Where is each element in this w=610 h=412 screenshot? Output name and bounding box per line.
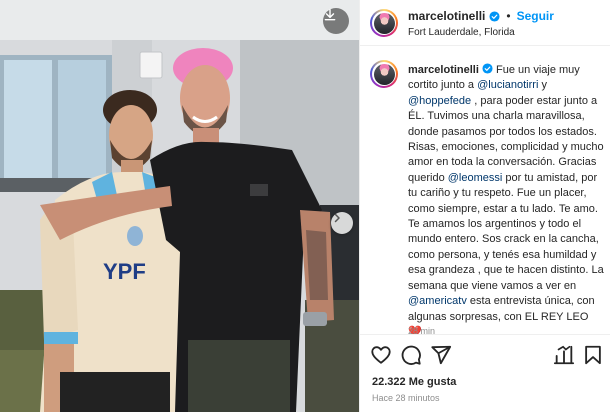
post-caption: marcelotinelli Fue un viaje muy cortito … [408, 63, 604, 334]
insights-icon[interactable] [553, 344, 575, 366]
post-header: marcelotinelli • Seguir Fort Lauderdale,… [360, 0, 610, 46]
caption-username[interactable]: marcelotinelli [408, 64, 479, 76]
bookmark-icon[interactable] [582, 344, 604, 366]
mention-leomessi[interactable]: @leomessi [448, 172, 503, 184]
photo-scene: YPF [0, 0, 359, 412]
author-username[interactable]: marcelotinelli [408, 9, 485, 23]
caption-area: marcelotinelli Fue un viaje muy cortito … [360, 46, 610, 334]
heart-icon[interactable] [370, 344, 392, 366]
next-photo-button[interactable] [331, 212, 353, 234]
comment-icon[interactable] [400, 344, 422, 366]
mention-americatv[interactable]: @americatv [408, 295, 467, 307]
mention-hoppefede[interactable]: @hoppefede [408, 95, 471, 107]
verified-badge-icon [489, 10, 500, 22]
jersey-text: YPF [103, 259, 146, 284]
download-button[interactable] [323, 8, 349, 34]
post-timestamp[interactable]: Hace 28 minutos [372, 393, 440, 403]
send-icon[interactable] [430, 344, 452, 366]
download-icon [324, 9, 336, 21]
caption-avatar[interactable] [370, 60, 398, 88]
mention-lucianotirri[interactable]: @lucianotirri [477, 79, 538, 91]
caption-text: por tu amistad, por tu cariño y tu respe… [408, 171, 604, 292]
caption-text: y [538, 79, 547, 92]
chevron-right-icon [334, 213, 340, 223]
post-photo[interactable]: YPF [0, 0, 359, 412]
avatar[interactable] [370, 9, 398, 37]
post-location[interactable]: Fort Lauderdale, Florida [408, 27, 515, 38]
follow-button[interactable]: Seguir [517, 9, 554, 23]
post-author: marcelotinelli • Seguir [408, 9, 554, 23]
post-side-panel: marcelotinelli • Seguir Fort Lauderdale,… [359, 0, 610, 412]
caption-text: , para poder estar junto a ÉL. Tuvimos u… [408, 94, 604, 184]
separator-dot: • [506, 9, 511, 23]
likes-count[interactable]: 22.322 Me gusta [372, 376, 456, 388]
caption-time: 28 min [408, 326, 436, 334]
verified-badge-icon [482, 63, 493, 74]
post-actions [360, 334, 610, 374]
